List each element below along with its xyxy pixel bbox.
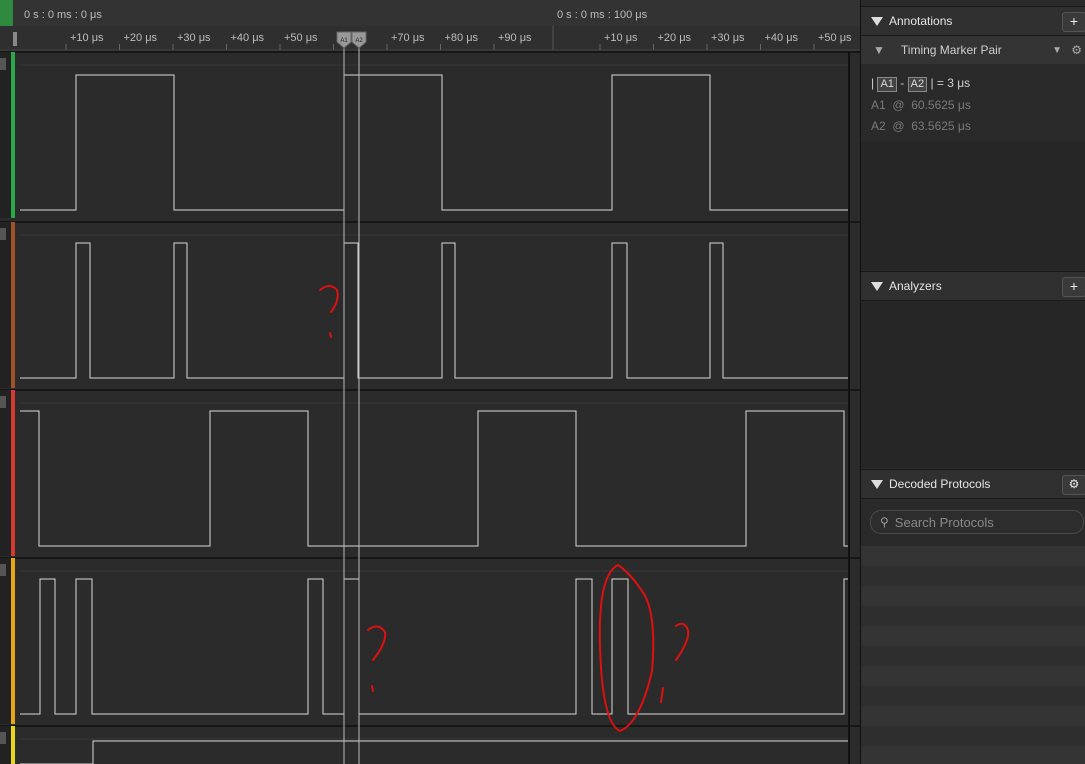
- decoded-protocols-title: Decoded Protocols: [889, 477, 991, 491]
- pin-icon: ▼: [873, 43, 885, 57]
- a1-time-line: A1 @ 60.5625 μs: [871, 98, 971, 112]
- annotations-header[interactable]: Annotations +: [861, 6, 1085, 36]
- protocol-list-row: [861, 706, 1085, 726]
- protocol-list-row: [861, 546, 1085, 566]
- ruler-tick-label: +10 μs: [604, 32, 638, 44]
- delta-line: | A1 - A2 | = 3 μs: [871, 76, 971, 92]
- time-label-left: 0 s : 0 ms : 0 μs: [24, 9, 102, 21]
- ruler-tick-label: +50 μs: [284, 32, 318, 44]
- a1-tag: A1: [877, 77, 897, 92]
- waveform-canvas: 0 s : 0 ms : 0 μs 0 s : 0 ms : 100 μs +1…: [0, 0, 860, 764]
- protocol-list-row: [861, 606, 1085, 626]
- protocol-list-row: [861, 746, 1085, 764]
- channel-settings-button[interactable]: [0, 564, 6, 576]
- time-label-right: 0 s : 0 ms : 100 μs: [557, 9, 648, 21]
- ruler-tick-label: +50 μs: [818, 32, 852, 44]
- channel-label-gutter: [0, 390, 11, 556]
- channel-label-gutter: [0, 558, 11, 724]
- search-placeholder: Search Protocols: [894, 514, 994, 530]
- protocol-list-row: [861, 566, 1085, 586]
- protocol-list-row: [861, 686, 1085, 706]
- collapse-triangle-icon[interactable]: [871, 16, 883, 26]
- ruler-tick-label: +40 μs: [231, 32, 265, 44]
- add-analyzer-button[interactable]: +: [1062, 277, 1085, 297]
- channel-strip[interactable]: [0, 390, 860, 556]
- analyzers-header[interactable]: Analyzers +: [861, 271, 1085, 301]
- analyzers-title: Analyzers: [889, 279, 942, 293]
- channel-settings-button[interactable]: [0, 58, 6, 70]
- channel-color-bar: [11, 558, 15, 724]
- protocol-list-row: [861, 726, 1085, 746]
- channel-strip[interactable]: [0, 222, 860, 388]
- a2-tag: A2: [907, 77, 928, 92]
- ruler-start-handle[interactable]: [13, 32, 17, 46]
- channel-settings-button[interactable]: [0, 228, 6, 240]
- search-icon: ⚲: [880, 515, 889, 529]
- ruler-tick-label: +30 μs: [711, 32, 745, 44]
- ruler-tick-label: +80 μs: [445, 32, 479, 44]
- channel-settings-button[interactable]: [0, 732, 6, 744]
- marker-pair-label: Timing Marker Pair: [900, 43, 1002, 57]
- channel-color-bar: [11, 390, 15, 556]
- channel-label-gutter: [0, 222, 11, 388]
- a2-time-line: A2 @ 63.5625 μs: [871, 119, 971, 133]
- svg-text:A2: A2: [355, 38, 363, 44]
- channel-strip[interactable]: [0, 726, 860, 764]
- timing-marker-pair-row[interactable]: ▼ Timing Marker Pair ▼ ⚙: [861, 36, 1085, 64]
- a2-time: 63.5625 μs: [911, 119, 971, 133]
- gear-icon[interactable]: ⚙: [1071, 43, 1082, 57]
- decoded-settings-button[interactable]: ⚙: [1062, 475, 1085, 495]
- decoded-protocols-list: [861, 546, 1085, 764]
- annotations-body: [861, 142, 1085, 270]
- ruler-tick-label: +70 μs: [391, 32, 425, 44]
- protocol-list-row: [861, 666, 1085, 686]
- channel-strip[interactable]: [0, 52, 860, 218]
- waveform-area[interactable]: 0 s : 0 ms : 0 μs 0 s : 0 ms : 100 μs +1…: [0, 0, 860, 764]
- collapse-triangle-icon[interactable]: [871, 479, 883, 489]
- dropdown-arrow-icon[interactable]: ▼: [1052, 45, 1062, 56]
- ruler-tick-label: +40 μs: [765, 32, 799, 44]
- search-protocols-input[interactable]: ⚲ Search Protocols: [870, 510, 1084, 534]
- analyzers-body: [861, 301, 1085, 468]
- decoded-protocols-header[interactable]: Decoded Protocols ⚙: [861, 469, 1085, 499]
- channel-label-gutter: [0, 726, 11, 764]
- channel-strip[interactable]: [0, 558, 860, 724]
- a1-time: 60.5625 μs: [911, 98, 971, 112]
- time-header-bar: [0, 0, 860, 26]
- protocol-list-row: [861, 626, 1085, 646]
- channel-color-bar: [11, 222, 15, 388]
- ruler-tick-label: +20 μs: [658, 32, 692, 44]
- ruler-tick-label: +90 μs: [498, 32, 532, 44]
- svg-text:A1: A1: [340, 38, 348, 44]
- delta-value: = 3 μs: [936, 76, 971, 90]
- add-annotation-button[interactable]: +: [1062, 12, 1085, 32]
- side-panel: Annotations + ▼ Timing Marker Pair ▼ ⚙ |…: [860, 0, 1085, 764]
- ruler-tick-label: +20 μs: [124, 32, 158, 44]
- collapse-triangle-icon[interactable]: [871, 281, 883, 291]
- channel-color-bar: [11, 52, 15, 218]
- annotations-title: Annotations: [889, 14, 953, 28]
- channel-header-corner: [0, 0, 13, 26]
- channel-settings-button[interactable]: [0, 396, 6, 408]
- protocol-list-row: [861, 586, 1085, 606]
- protocol-list-row: [861, 646, 1085, 666]
- ruler-tick-label: +30 μs: [177, 32, 211, 44]
- channel-label-gutter: [0, 52, 11, 218]
- ruler-tick-label: +10 μs: [70, 32, 104, 44]
- channel-color-bar: [11, 726, 15, 764]
